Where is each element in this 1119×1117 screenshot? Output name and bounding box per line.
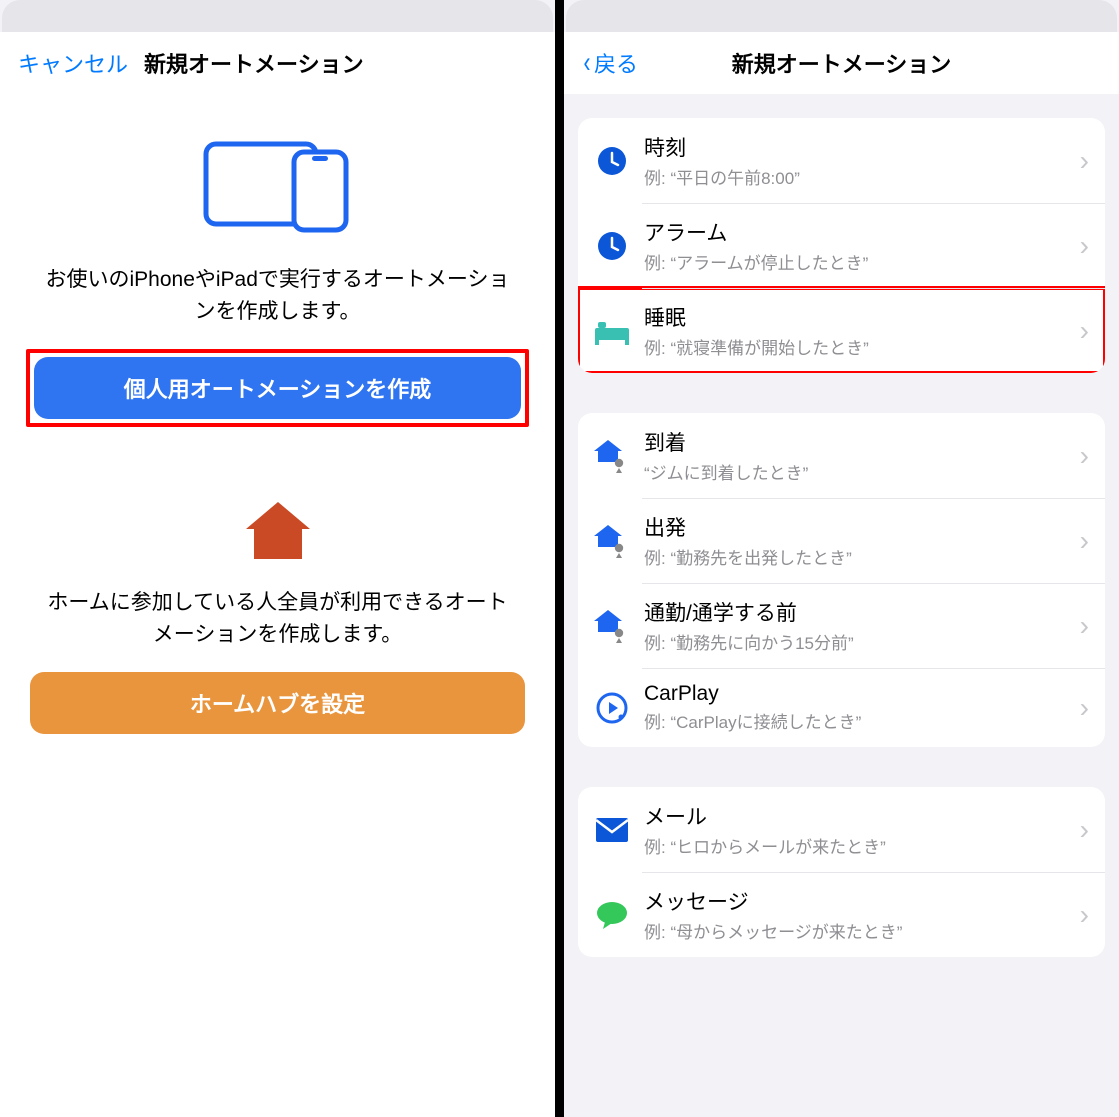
chevron-right-icon: › xyxy=(1080,442,1089,470)
home-description: ホームに参加している人全員が利用できるオートメーションを作成します。 xyxy=(0,587,555,650)
row-text: 時刻例: “平日の午前8:00” xyxy=(644,132,1080,189)
arrive-icon xyxy=(592,436,632,476)
row-title: メッセージ xyxy=(644,886,1080,916)
trigger-row-出発[interactable]: 出発例: “勤務先を出発したとき”› xyxy=(578,498,1105,583)
trigger-row-メッセージ[interactable]: メッセージ例: “母からメッセージが来たとき”› xyxy=(578,872,1105,957)
chevron-right-icon: › xyxy=(1080,901,1089,929)
chevron-right-icon: › xyxy=(1080,232,1089,260)
trigger-row-到着[interactable]: 到着“ジムに到着したとき”› xyxy=(578,413,1105,498)
chevron-right-icon: › xyxy=(1080,694,1089,722)
commute-icon xyxy=(592,606,632,646)
row-title: 到着 xyxy=(644,427,1080,457)
clock-icon xyxy=(592,141,632,181)
chevron-right-icon: › xyxy=(1080,527,1089,555)
chevron-right-icon: › xyxy=(1080,612,1089,640)
setup-home-hub-button[interactable]: ホームハブを設定 xyxy=(30,672,525,734)
row-text: メッセージ例: “母からメッセージが来たとき” xyxy=(644,886,1080,943)
highlight-personal: 個人用オートメーションを作成 xyxy=(26,349,529,427)
row-title: アラーム xyxy=(644,217,1080,247)
row-subtitle: “ジムに到着したとき” xyxy=(644,459,1080,484)
row-subtitle: 例: “母からメッセージが来たとき” xyxy=(644,918,1080,943)
row-title: 時刻 xyxy=(644,132,1080,162)
row-title: 出発 xyxy=(644,512,1080,542)
row-text: 睡眠例: “就寝準備が開始したとき” xyxy=(644,302,1080,359)
trigger-row-通勤/通学する前[interactable]: 通勤/通学する前例: “勤務先に向かう15分前”› xyxy=(578,583,1105,668)
chevron-right-icon: › xyxy=(1080,147,1089,175)
sheet-behind xyxy=(566,0,1117,32)
row-subtitle: 例: “平日の午前8:00” xyxy=(644,164,1080,189)
row-title: 通勤/通学する前 xyxy=(644,597,1080,627)
create-personal-automation-button[interactable]: 個人用オートメーションを作成 xyxy=(34,357,521,419)
screen-trigger-list: ‹ 戻る 新規オートメーション 時刻例: “平日の午前8:00”›アラーム例: … xyxy=(564,0,1119,1117)
row-subtitle: 例: “就寝準備が開始したとき” xyxy=(644,334,1080,359)
row-text: メール例: “ヒロからメールが来たとき” xyxy=(644,801,1080,858)
mail-icon xyxy=(592,810,632,850)
trigger-row-メール[interactable]: メール例: “ヒロからメールが来たとき”› xyxy=(578,787,1105,872)
row-subtitle: 例: “勤務先を出発したとき” xyxy=(644,544,1080,569)
row-text: 到着“ジムに到着したとき” xyxy=(644,427,1080,484)
trigger-row-CarPlay[interactable]: CarPlay例: “CarPlayに接続したとき”› xyxy=(578,668,1105,747)
row-text: 通勤/通学する前例: “勤務先に向かう15分前” xyxy=(644,597,1080,654)
row-text: CarPlay例: “CarPlayに接続したとき” xyxy=(644,682,1080,733)
trigger-row-時刻[interactable]: 時刻例: “平日の午前8:00”› xyxy=(578,118,1105,203)
bed-icon xyxy=(592,311,632,351)
trigger-group-time: 時刻例: “平日の午前8:00”›アラーム例: “アラームが停止したとき”›睡眠… xyxy=(578,118,1105,373)
carplay-icon xyxy=(592,688,632,728)
home-illustration xyxy=(0,497,555,567)
row-title: メール xyxy=(644,801,1080,831)
trigger-row-睡眠[interactable]: 睡眠例: “就寝準備が開始したとき”› xyxy=(578,288,1105,373)
cancel-button[interactable]: キャンセル xyxy=(18,47,128,79)
clock-icon xyxy=(592,226,632,266)
row-subtitle: 例: “ヒロからメールが来たとき” xyxy=(644,833,1080,858)
content: 時刻例: “平日の午前8:00”›アラーム例: “アラームが停止したとき”›睡眠… xyxy=(564,94,1119,1117)
row-subtitle: 例: “アラームが停止したとき” xyxy=(644,249,1080,274)
chevron-right-icon: › xyxy=(1080,816,1089,844)
sheet-behind xyxy=(2,0,553,32)
message-icon xyxy=(592,895,632,935)
row-subtitle: 例: “勤務先に向かう15分前” xyxy=(644,629,1080,654)
chevron-left-icon: ‹ xyxy=(584,48,591,78)
content: お使いのiPhoneやiPadで実行するオートメーションを作成します。 個人用オ… xyxy=(0,94,555,1117)
nav-bar: キャンセル 新規オートメーション xyxy=(0,32,555,94)
row-text: 出発例: “勤務先を出発したとき” xyxy=(644,512,1080,569)
row-text: アラーム例: “アラームが停止したとき” xyxy=(644,217,1080,274)
row-title: 睡眠 xyxy=(644,302,1080,332)
page-title: 新規オートメーション xyxy=(128,47,364,79)
page-title: 新規オートメーション xyxy=(564,47,1119,79)
back-label: 戻る xyxy=(594,47,638,79)
back-button[interactable]: ‹ 戻る xyxy=(582,47,638,79)
trigger-group-communication: メール例: “ヒロからメールが来たとき”›メッセージ例: “母からメッセージが来… xyxy=(578,787,1105,957)
screen-create-automation: キャンセル 新規オートメーション お使いのiPhoneやiPadで実行するオート… xyxy=(0,0,555,1117)
leave-icon xyxy=(592,521,632,561)
chevron-right-icon: › xyxy=(1080,317,1089,345)
row-subtitle: 例: “CarPlayに接続したとき” xyxy=(644,708,1080,733)
devices-illustration xyxy=(0,134,555,234)
row-title: CarPlay xyxy=(644,682,1080,706)
trigger-row-アラーム[interactable]: アラーム例: “アラームが停止したとき”› xyxy=(578,203,1105,288)
personal-description: お使いのiPhoneやiPadで実行するオートメーションを作成します。 xyxy=(0,264,555,327)
trigger-group-location: 到着“ジムに到着したとき”›出発例: “勤務先を出発したとき”›通勤/通学する前… xyxy=(578,413,1105,747)
nav-bar: ‹ 戻る 新規オートメーション xyxy=(564,32,1119,94)
